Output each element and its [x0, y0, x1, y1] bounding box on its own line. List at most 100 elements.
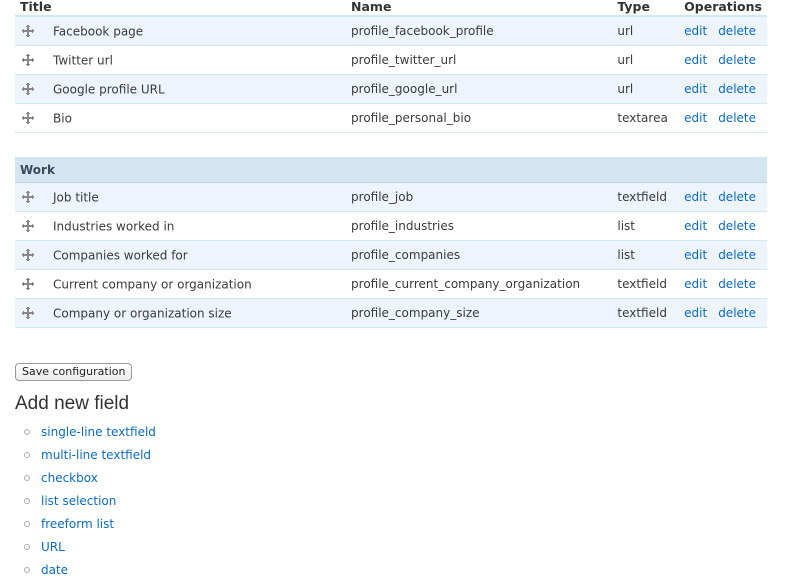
add-field-item: checkbox — [22, 467, 156, 490]
edit-link[interactable]: edit — [684, 53, 707, 67]
add-field-item: date — [22, 559, 156, 582]
edit-link[interactable]: edit — [684, 82, 707, 96]
add-field-item: multi-line textfield — [22, 444, 156, 467]
drag-handle-icon[interactable] — [21, 248, 35, 262]
field-name: profile_job — [346, 182, 613, 212]
add-field-item: URL — [22, 536, 156, 559]
operations-cell: edit delete — [679, 74, 767, 104]
title-cell: Facebook page — [15, 16, 347, 46]
operations-cell: edit delete — [679, 16, 767, 46]
drag-handle-icon[interactable] — [21, 111, 35, 125]
add-field-link[interactable]: checkbox — [41, 471, 98, 485]
field-name: profile_google_url — [346, 74, 613, 104]
drag-handle-icon[interactable] — [21, 277, 35, 291]
field-title: Bio — [53, 111, 72, 126]
field-type: textarea — [612, 103, 680, 133]
delete-link[interactable]: delete — [718, 306, 756, 320]
field-name: profile_company_size — [346, 298, 613, 328]
field-type: url — [612, 74, 680, 104]
table-row: Bio profile_personal_bio textarea edit delet… — [15, 103, 767, 133]
add-field-link[interactable]: URL — [41, 540, 65, 554]
circle-bullet-icon — [24, 451, 30, 458]
add-field-link[interactable]: multi-line textfield — [41, 448, 151, 462]
add-new-field-list: single-line textfield multi-line textfiel… — [22, 421, 156, 582]
field-name: profile_personal_bio — [346, 103, 613, 133]
table-row: Company or organization size profile_comp… — [15, 298, 767, 328]
operations-cell: edit delete — [679, 298, 767, 328]
field-title: Companies worked for — [53, 248, 188, 263]
header-operations: Operations — [679, 0, 767, 17]
circle-bullet-icon — [24, 497, 30, 504]
field-type: textfield — [612, 269, 680, 299]
field-title: Industries worked in — [53, 219, 175, 234]
spacer-cell — [15, 132, 767, 157]
field-type: list — [612, 240, 680, 270]
operations-cell: edit delete — [679, 45, 767, 75]
field-name: profile_current_company_organization — [346, 269, 613, 299]
add-field-link[interactable]: list selection — [41, 494, 116, 508]
add-new-field-heading: Add new field — [15, 393, 130, 414]
title-cell: Industries worked in — [15, 211, 347, 241]
region-row: Work — [15, 157, 767, 183]
field-name: profile_companies — [346, 240, 613, 270]
drag-handle-icon[interactable] — [21, 53, 35, 67]
field-title: Current company or organization — [53, 277, 252, 292]
field-name: profile_facebook_profile — [346, 16, 613, 46]
edit-link[interactable]: edit — [684, 219, 707, 233]
delete-link[interactable]: delete — [718, 219, 756, 233]
drag-handle-icon[interactable] — [21, 306, 35, 320]
edit-link[interactable]: edit — [684, 306, 707, 320]
header-title: Title — [15, 0, 347, 17]
add-field-item: single-line textfield — [22, 421, 156, 444]
operations-cell: edit delete — [679, 211, 767, 241]
circle-bullet-icon — [24, 474, 30, 481]
table-row: Twitter url profile_twitter_url url edit del… — [15, 45, 767, 75]
title-cell: Twitter url — [15, 45, 347, 75]
delete-link[interactable]: delete — [718, 248, 756, 262]
delete-link[interactable]: delete — [718, 24, 756, 38]
title-cell: Current company or organization — [15, 269, 347, 299]
field-title: Facebook page — [53, 24, 144, 39]
delete-link[interactable]: delete — [718, 53, 756, 67]
edit-link[interactable]: edit — [684, 277, 707, 291]
title-cell: Bio — [15, 103, 347, 133]
delete-link[interactable]: delete — [718, 190, 756, 204]
field-title: Google profile URL — [53, 82, 165, 97]
table-row: Job title profile_job textfield edit delete — [15, 182, 767, 212]
field-type: textfield — [612, 182, 680, 212]
table-row: Google profile URL profile_google_url url e… — [15, 74, 767, 104]
add-field-link[interactable]: date — [41, 563, 68, 577]
save-configuration-button[interactable]: Save configuration — [15, 363, 133, 381]
add-field-item: list selection — [22, 490, 156, 513]
drag-handle-icon[interactable] — [21, 190, 35, 204]
operations-cell: edit delete — [679, 182, 767, 212]
edit-link[interactable]: edit — [684, 190, 707, 204]
field-type: textfield — [612, 298, 680, 328]
title-cell: Job title — [15, 182, 347, 212]
delete-link[interactable]: delete — [718, 82, 756, 96]
table-body: Facebook page profile_facebook_profile url… — [15, 16, 767, 328]
edit-link[interactable]: edit — [684, 24, 707, 38]
edit-link[interactable]: edit — [684, 248, 707, 262]
add-field-link[interactable]: freeform list — [41, 517, 114, 531]
delete-link[interactable]: delete — [718, 277, 756, 291]
field-type: list — [612, 211, 680, 241]
profile-fields-section: Title Name Type Operations Facebook page… — [15, 0, 767, 328]
field-type: url — [612, 45, 680, 75]
field-title: Twitter url — [53, 53, 113, 68]
table-row: Current company or organization profile_c… — [15, 269, 767, 299]
title-cell: Company or organization size — [15, 298, 347, 328]
table-header-row: Title Name Type Operations — [15, 0, 767, 17]
add-field-item: freeform list — [22, 513, 156, 536]
drag-handle-icon[interactable] — [21, 219, 35, 233]
region-spacer — [15, 132, 767, 157]
circle-bullet-icon — [24, 520, 30, 527]
field-type: url — [612, 16, 680, 46]
header-type: Type — [612, 0, 680, 17]
drag-handle-icon[interactable] — [21, 24, 35, 38]
add-field-link[interactable]: single-line textfield — [41, 425, 156, 439]
field-title: Job title — [53, 190, 99, 205]
drag-handle-icon[interactable] — [21, 82, 35, 96]
delete-link[interactable]: delete — [718, 111, 756, 125]
edit-link[interactable]: edit — [684, 111, 707, 125]
